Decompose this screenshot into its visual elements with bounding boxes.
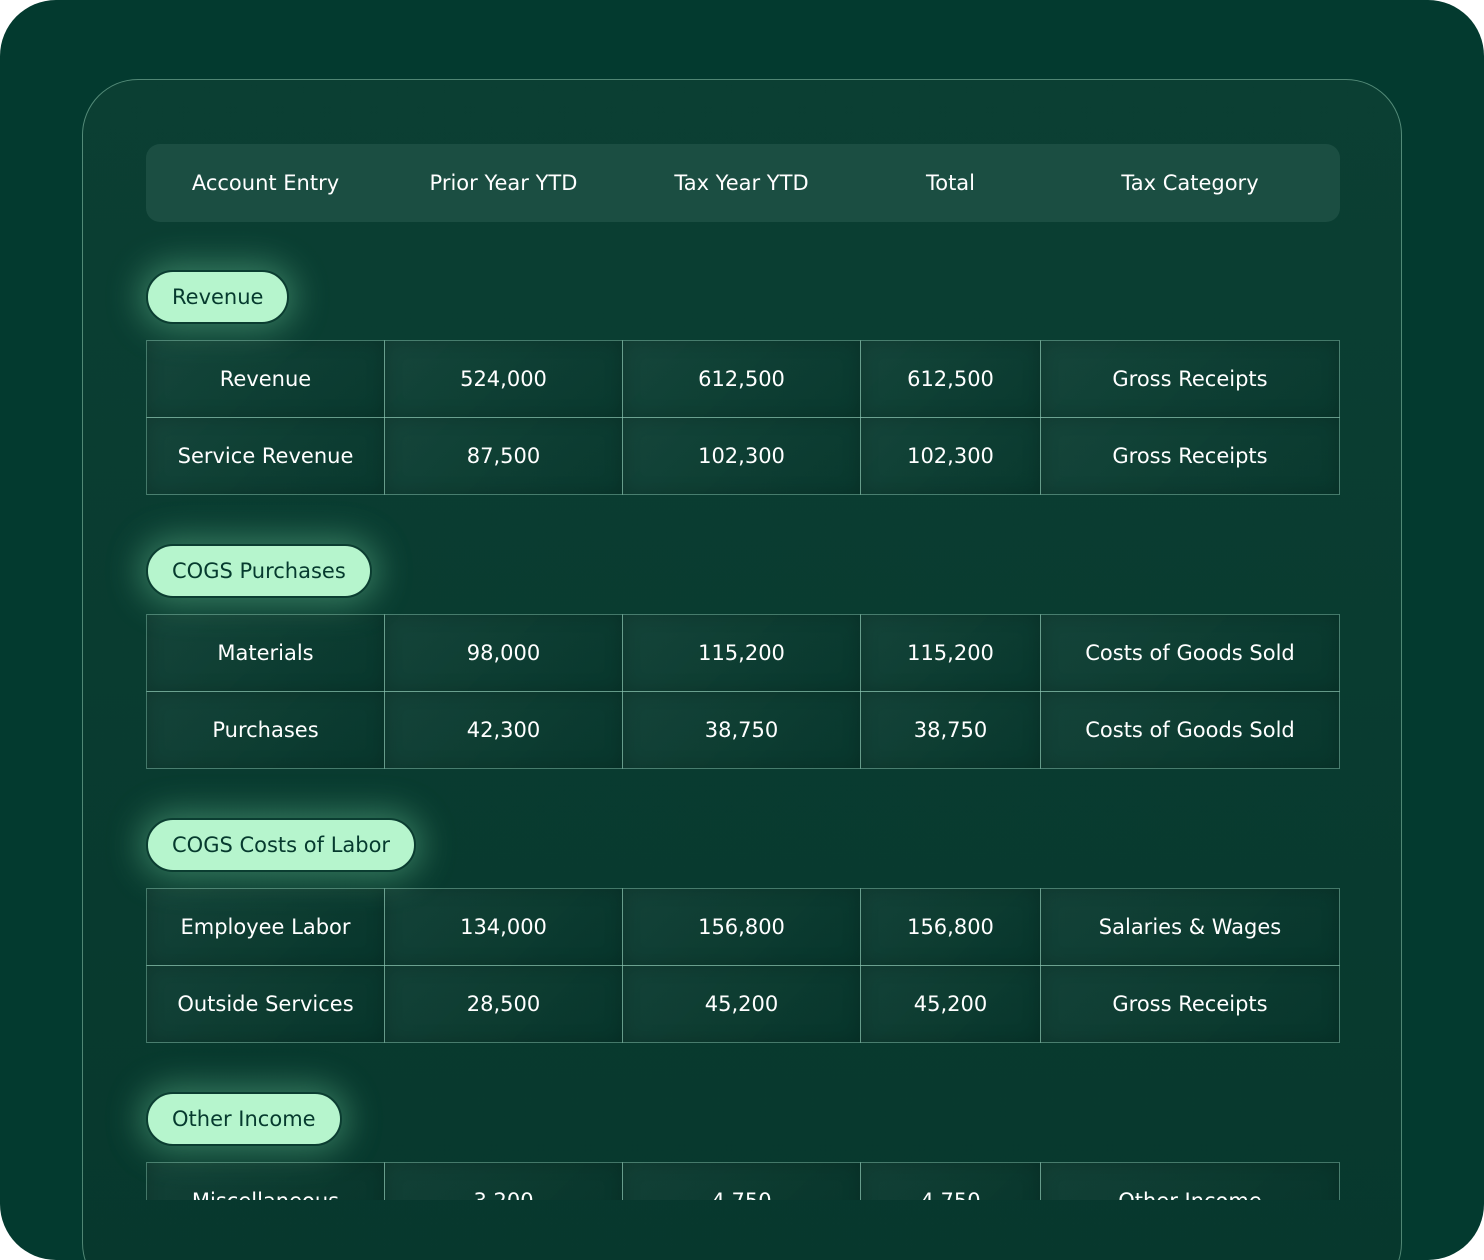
cell-account-entry: Purchases — [146, 691, 385, 769]
cell-tax-category: Costs of Goods Sold — [1040, 614, 1340, 692]
cell-prior-year-ytd: 42,300 — [384, 691, 623, 769]
section-pill-cogs-purchases[interactable]: COGS Purchases — [146, 544, 372, 598]
column-header-tax-category: Tax Category — [1121, 171, 1259, 195]
table-row[interactable]: Materials 98,000 115,200 115,200 Costs o… — [146, 614, 1340, 692]
cell-total: 612,500 — [860, 340, 1041, 418]
column-header-account-entry: Account Entry — [191, 171, 340, 195]
cell-tax-year-ytd: 156,800 — [622, 888, 861, 966]
cell-prior-year-ytd: 134,000 — [384, 888, 623, 966]
section-table-other-income: Miscellaneous 3,200 4,750 4,750 Other In… — [146, 1162, 1340, 1200]
cell-account-entry: Service Revenue — [146, 417, 385, 495]
column-header-total: Total — [925, 171, 976, 195]
table-row[interactable]: Service Revenue 87,500 102,300 102,300 G… — [146, 417, 1340, 495]
column-header-prior-year-ytd: Prior Year YTD — [429, 171, 578, 195]
cell-total: 102,300 — [860, 417, 1041, 495]
cell-tax-year-ytd: 45,200 — [622, 965, 861, 1043]
cell-tax-category: Salaries & Wages — [1040, 888, 1340, 966]
table-row[interactable]: Outside Services 28,500 45,200 45,200 Gr… — [146, 965, 1340, 1043]
cell-total: 45,200 — [860, 965, 1041, 1043]
table-row[interactable]: Revenue 524,000 612,500 612,500 Gross Re… — [146, 340, 1340, 418]
cell-prior-year-ytd: 98,000 — [384, 614, 623, 692]
section-pill-other-income[interactable]: Other Income — [146, 1092, 342, 1146]
table-row[interactable]: Purchases 42,300 38,750 38,750 Costs of … — [146, 691, 1340, 769]
cell-tax-year-ytd: 38,750 — [622, 691, 861, 769]
cell-account-entry: Miscellaneous — [146, 1162, 385, 1200]
section-pill-revenue[interactable]: Revenue — [146, 270, 290, 324]
cell-account-entry: Materials — [146, 614, 385, 692]
cell-tax-category: Gross Receipts — [1040, 965, 1340, 1043]
cell-prior-year-ytd: 3,200 — [384, 1162, 623, 1200]
column-header-tax-year-ytd: Tax Year YTD — [674, 171, 809, 195]
cell-total: 156,800 — [860, 888, 1041, 966]
table-header: Account Entry Prior Year YTD Tax Year YT… — [146, 144, 1340, 222]
cell-total: 4,750 — [860, 1162, 1041, 1200]
cell-account-entry: Employee Labor — [146, 888, 385, 966]
cell-tax-category: Gross Receipts — [1040, 340, 1340, 418]
cell-tax-year-ytd: 115,200 — [622, 614, 861, 692]
cell-prior-year-ytd: 524,000 — [384, 340, 623, 418]
table-row[interactable]: Miscellaneous 3,200 4,750 4,750 Other In… — [146, 1162, 1340, 1200]
cell-tax-category: Gross Receipts — [1040, 417, 1340, 495]
cell-total: 115,200 — [860, 614, 1041, 692]
cell-prior-year-ytd: 87,500 — [384, 417, 623, 495]
section-pill-cogs-costs-of-labor[interactable]: COGS Costs of Labor — [146, 818, 417, 872]
cell-total: 38,750 — [860, 691, 1041, 769]
cell-tax-year-ytd: 4,750 — [622, 1162, 861, 1200]
cell-tax-year-ytd: 612,500 — [622, 340, 861, 418]
cell-tax-year-ytd: 102,300 — [622, 417, 861, 495]
cell-tax-category: Costs of Goods Sold — [1040, 691, 1340, 769]
cell-account-entry: Revenue — [146, 340, 385, 418]
cell-account-entry: Outside Services — [146, 965, 385, 1043]
cell-prior-year-ytd: 28,500 — [384, 965, 623, 1043]
table-row[interactable]: Employee Labor 134,000 156,800 156,800 S… — [146, 888, 1340, 966]
cell-tax-category: Other Income — [1040, 1162, 1340, 1200]
